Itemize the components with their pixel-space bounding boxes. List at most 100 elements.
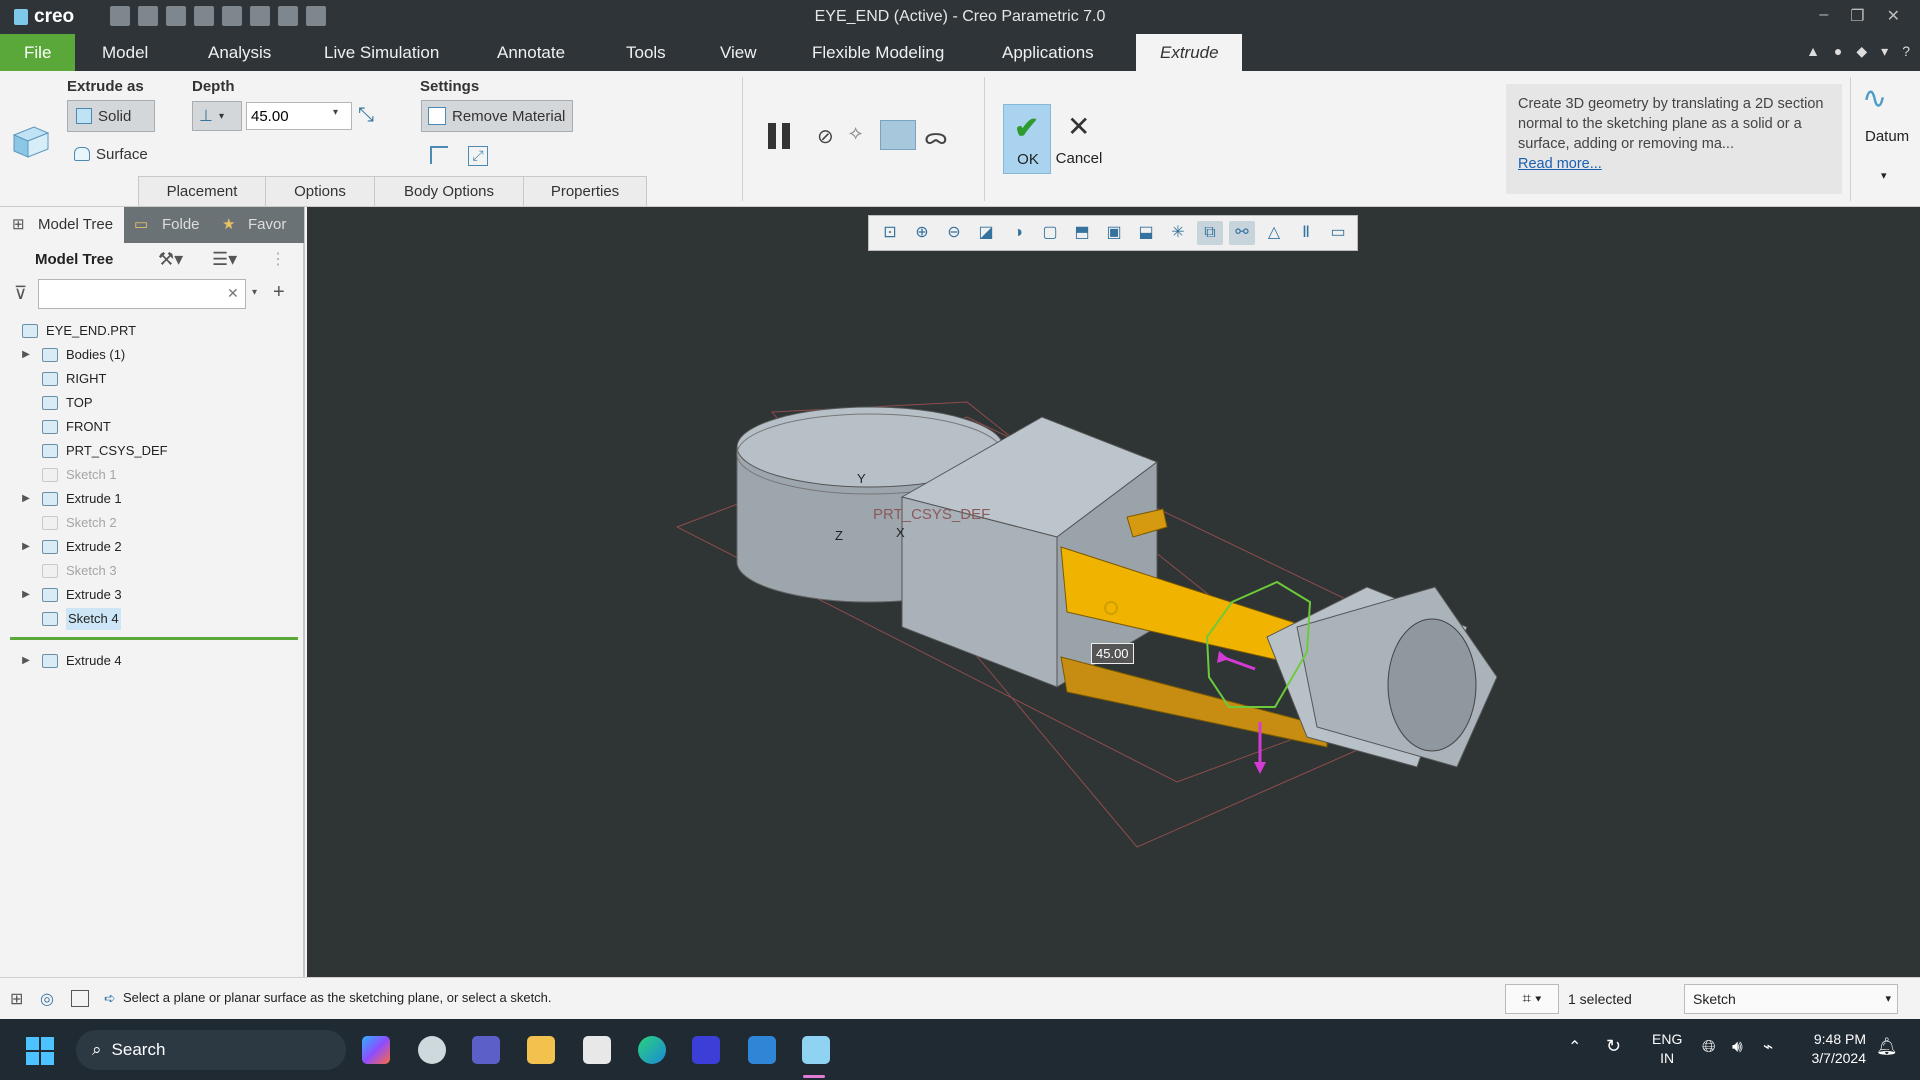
creo-parametric-icon[interactable] (802, 1036, 830, 1064)
pause-icon-left[interactable] (768, 123, 776, 149)
tab-extrude[interactable]: Extrude (1136, 34, 1242, 71)
depth-value-dropdown-icon[interactable]: ▾ (333, 107, 338, 118)
tree-item[interactable]: ▶ Extrude 1 (0, 488, 122, 510)
model-view[interactable]: Y Z X PRT_CSYS_DEF (307, 207, 1920, 977)
fullscreen-icon[interactable] (71, 990, 89, 1007)
weather-icon[interactable] (418, 1036, 446, 1064)
datum-label[interactable]: Datum (1865, 128, 1909, 145)
battery-icon[interactable]: ⌁ (1763, 1037, 1773, 1057)
tree-item[interactable]: RIGHT (0, 368, 106, 390)
notifications-icon[interactable]: 🔔︎ (1876, 1037, 1898, 1057)
tree-item[interactable]: ▶ Bodies (1) (0, 344, 125, 366)
tree-item[interactable]: ▶ Extrude 4 (0, 650, 122, 672)
spin-center-icon[interactable]: ▭ (1325, 221, 1351, 245)
tab-model-tree[interactable]: ⊞ Model Tree (0, 207, 124, 243)
flip-direction-icon[interactable]: ⤡ (358, 104, 374, 127)
show-hidden-icons-icon[interactable]: ⌃ (1568, 1037, 1581, 1057)
tree-item[interactable]: Sketch 2 (0, 512, 117, 534)
tab-favorites[interactable]: ★ Favor (210, 207, 304, 243)
tree-item[interactable]: Sketch 3 (0, 560, 117, 582)
tree-item[interactable]: EYE_END.PRT (0, 320, 136, 342)
ok-button[interactable]: ✔ OK (1003, 104, 1051, 174)
annotation-display-icon[interactable]: ⧉ (1197, 221, 1223, 245)
tree-item[interactable]: PRT_CSYS_DEF (0, 440, 168, 462)
options-tab[interactable]: Options (265, 176, 375, 206)
preview-icon[interactable]: ⟡ (849, 122, 862, 145)
tree-item[interactable]: Sketch 1 (0, 464, 117, 486)
tab-model[interactable]: Model (90, 34, 160, 71)
file-explorer-icon[interactable] (527, 1036, 555, 1064)
view-manager-icon[interactable]: ⬒ (1069, 221, 1095, 245)
tree-item[interactable]: FRONT (0, 416, 111, 438)
dropdown-icon[interactable]: ▾ (1881, 43, 1888, 60)
taper-icon[interactable]: ⤢ (468, 146, 488, 166)
learning-icon[interactable]: ◆ (1856, 43, 1867, 60)
datum-icon[interactable]: ∿ (1862, 81, 1887, 116)
no-preview-icon[interactable]: ⊘ (817, 124, 834, 149)
copilot-icon[interactable] (362, 1036, 390, 1064)
browser-toggle-icon[interactable]: ◎ (40, 989, 54, 1009)
saved-orientations-icon[interactable]: ▢ (1037, 221, 1063, 245)
creo-launcher-icon[interactable] (748, 1036, 776, 1064)
surface-button[interactable]: Surface (74, 139, 148, 169)
expand-arrow-icon[interactable]: ▶ (20, 488, 32, 510)
tab-view[interactable]: View (708, 34, 769, 71)
start-icon[interactable] (26, 1037, 54, 1065)
search-options-dropdown-icon[interactable]: ▾ (252, 287, 257, 298)
zoom-in-icon[interactable]: ⊕ (909, 221, 935, 245)
refit-icon[interactable]: ⊡ (877, 221, 903, 245)
zoom-out-icon[interactable]: ⊖ (941, 221, 967, 245)
clear-search-icon[interactable]: ✕ (227, 285, 239, 302)
taskbar-search[interactable]: ⌕ Search (76, 1030, 346, 1070)
perspective-icon[interactable]: ▣ (1101, 221, 1127, 245)
tab-flexible-modeling[interactable]: Flexible Modeling (800, 34, 956, 71)
find-button[interactable]: ⌗ ▾ (1505, 984, 1559, 1014)
language-indicator[interactable]: ENG IN (1652, 1030, 1682, 1068)
pause-icon-right[interactable] (782, 123, 790, 149)
cancel-button[interactable]: ✕ Cancel (1053, 104, 1105, 174)
tab-tools[interactable]: Tools (614, 34, 678, 71)
datum-display-icon[interactable]: ✳ (1165, 221, 1191, 245)
tree-item[interactable]: TOP (0, 392, 93, 414)
tree-item[interactable]: ▶ Extrude 2 (0, 536, 122, 558)
volume-icon[interactable]: 🔊︎ (1732, 1037, 1743, 1057)
properties-tab[interactable]: Properties (523, 176, 647, 206)
verify-glasses-icon[interactable]: ᯅ (924, 121, 948, 151)
tree-item[interactable]: Sketch 4 (0, 608, 121, 630)
add-column-icon[interactable]: + (273, 281, 285, 304)
tab-applications[interactable]: Applications (990, 34, 1106, 71)
repaint-icon[interactable]: ◪ (973, 221, 999, 245)
insert-indicator[interactable] (10, 637, 298, 640)
show-options-icon[interactable]: ☰▾ (212, 249, 237, 270)
minimize-button[interactable]: – (1819, 6, 1828, 26)
expand-arrow-icon[interactable]: ▶ (20, 650, 32, 672)
tree-item[interactable]: ▶ Extrude 3 (0, 584, 122, 606)
sync-icon[interactable]: ↻ (1606, 1036, 1621, 1057)
shaft-end-face[interactable] (1387, 618, 1477, 752)
graphics-area[interactable]: Y Z X PRT_CSYS_DEF 45.00 (307, 207, 1920, 977)
collapse-ribbon-icon[interactable]: ▲ (1806, 43, 1820, 60)
selection-filter-dropdown[interactable]: Sketch ▾ (1684, 984, 1898, 1014)
tree-settings-icon[interactable]: ⚒▾ (158, 249, 183, 270)
datum-dropdown-icon[interactable]: ▾ (1881, 169, 1887, 182)
store-icon[interactable] (583, 1036, 611, 1064)
user-icon[interactable]: ● (1834, 43, 1842, 60)
edge-icon[interactable] (638, 1036, 666, 1064)
tree-filter-icon[interactable]: ⋮ (270, 249, 286, 269)
tab-folder-browser[interactable]: ▭ Folde (124, 207, 210, 243)
depth-dimension-label[interactable]: 45.00 (1091, 643, 1134, 664)
placement-tab[interactable]: Placement (138, 176, 266, 206)
teams-icon[interactable] (472, 1036, 500, 1064)
body-options-tab[interactable]: Body Options (374, 176, 524, 206)
clock[interactable]: 9:48 PM 3/7/2024 (1790, 1030, 1867, 1068)
help-icon[interactable]: ? (1902, 43, 1910, 60)
remove-material-button[interactable]: Remove Material (421, 100, 573, 132)
tab-annotate[interactable]: Annotate (485, 34, 577, 71)
close-button[interactable]: ✕ (1887, 6, 1900, 26)
expand-arrow-icon[interactable]: ▶ (20, 536, 32, 558)
pause-animation-icon[interactable]: Ⅱ (1293, 221, 1319, 245)
solid-button[interactable]: Solid (67, 100, 155, 132)
display-style-icon[interactable]: ◑ (1005, 221, 1031, 245)
section-icon[interactable]: ⬓ (1133, 221, 1159, 245)
mathcad-icon[interactable] (692, 1036, 720, 1064)
